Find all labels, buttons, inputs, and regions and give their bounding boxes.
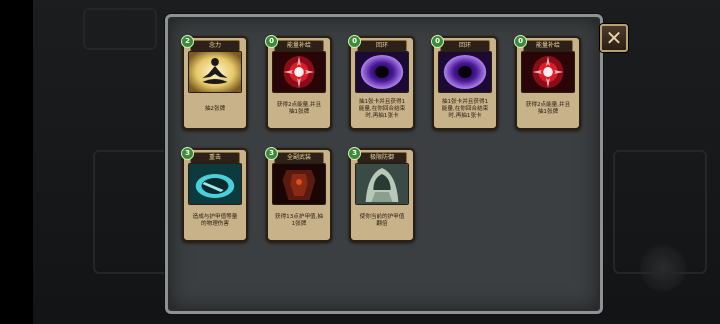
card-description: 使你当前的护甲值翻倍 [359, 214, 405, 227]
energy-burst-icon [521, 51, 575, 93]
card-cost-badge: 0 [514, 35, 527, 48]
background-ghost-frame [613, 150, 707, 274]
close-button[interactable]: ✕ [600, 24, 628, 52]
card-description: 造成与护甲值等量的物理伤害 [192, 214, 238, 227]
card-cost-badge: 0 [265, 35, 278, 48]
card[interactable]: 全副武装 3 获得13点护甲值,抽1张牌 [265, 147, 332, 242]
card[interactable]: 能量补给 0 获得2点能量,并且抽1张牌 [265, 35, 332, 130]
shield-bash-icon [188, 163, 242, 205]
card[interactable]: 能量补给 0 获得2点能量,并且抽1张牌 [514, 35, 581, 130]
card-cost-badge: 0 [431, 35, 444, 48]
close-icon: ✕ [605, 26, 623, 50]
card-description: 获得13点护甲值,抽1张牌 [274, 214, 324, 227]
card-cost-badge: 3 [265, 147, 278, 160]
card-cost-badge: 2 [181, 35, 194, 48]
card[interactable]: 回环 0 抽1张卡并且获得1能量,在你回合结束时,再抽1张卡 [431, 35, 498, 130]
card-description: 抽1张卡并且获得1能量,在你回合结束时,再抽1张卡 [441, 98, 489, 119]
meditation-icon [188, 51, 242, 93]
card-description: 获得2点能量,并且抽1张牌 [276, 102, 322, 115]
card-cost-badge: 3 [348, 147, 361, 160]
background-ghost-frame [83, 8, 157, 50]
card[interactable]: 回环 0 抽1张卡并且获得1能量,在你回合结束时,再抽1张卡 [348, 35, 415, 130]
hooded-guard-icon [355, 163, 409, 205]
vortex-icon [355, 51, 409, 93]
card-description: 抽1张卡并且获得1能量,在你回合结束时,再抽1张卡 [358, 98, 406, 119]
card-description: 抽2张牌 [204, 105, 226, 112]
card[interactable]: 重击 3 造成与护甲值等量的物理伤害 [181, 147, 248, 242]
vortex-icon [438, 51, 492, 93]
card-cost-badge: 0 [348, 35, 361, 48]
card-description: 获得2点能量,并且抽1张牌 [525, 102, 571, 115]
armor-icon [272, 163, 326, 205]
card-cost-badge: 3 [181, 147, 194, 160]
left-letterbox [0, 0, 33, 324]
card[interactable]: 念力 2 抽2张牌 [181, 35, 248, 130]
energy-burst-icon [272, 51, 326, 93]
card[interactable]: 极限防御 3 使你当前的护甲值翻倍 [348, 147, 415, 242]
